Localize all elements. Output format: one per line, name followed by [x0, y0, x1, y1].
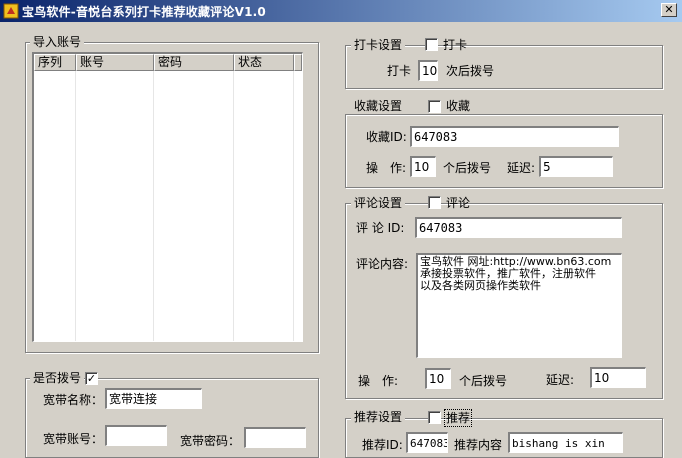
comment-legend: 评论设置 — [351, 195, 406, 211]
check-icon: ✓ — [86, 372, 97, 385]
broadband-name-label: 宽带名称： — [43, 393, 104, 407]
column-header-account[interactable]: 账号 — [76, 54, 154, 71]
favorite-op-suffix: 个后拨号 — [443, 161, 492, 175]
comment-checkbox-label: 评论 — [446, 196, 471, 210]
comment-op-label: 操 作: — [358, 374, 399, 388]
close-button[interactable]: ✕ — [661, 3, 677, 17]
comment-content-label: 评论内容: — [356, 257, 409, 271]
checkin-checkbox[interactable] — [425, 38, 438, 51]
accounts-listview[interactable]: 序列 账号 密码 状态 — [32, 52, 303, 342]
checkin-count-input[interactable]: 10 — [418, 60, 438, 81]
recommend-id-label: 推荐ID: — [362, 438, 403, 452]
recommend-content-input[interactable]: bishang is xin — [508, 432, 623, 453]
comment-delay-label: 延迟: — [546, 373, 575, 387]
checkin-suffix-label: 次后拨号 — [446, 64, 495, 78]
title-bar: 宝鸟软件-音悦台系列打卡推荐收藏评论V1.0 ✕ — [0, 0, 682, 22]
recommend-checkbox[interactable] — [428, 411, 441, 424]
grid-line — [75, 71, 76, 341]
recommend-id-input[interactable]: 647083 — [406, 432, 448, 453]
checkin-prefix-label: 打卡 — [387, 64, 412, 78]
comment-checkbox[interactable] — [428, 196, 441, 209]
favorite-delay-input[interactable]: 5 — [539, 156, 613, 177]
favorite-id-input[interactable]: 647083 — [410, 126, 619, 147]
recommend-content-label: 推荐内容 — [454, 438, 503, 452]
comment-content-textarea[interactable]: 宝鸟软件 网址:http://www.bn63.com 承接投票软件，推广软件，… — [416, 253, 622, 358]
broadband-name-input[interactable]: 宽带连接 — [105, 388, 202, 409]
column-header-password[interactable]: 密码 — [154, 54, 234, 71]
checkin-legend: 打卡设置 — [351, 37, 406, 53]
column-header-status[interactable]: 状态 — [234, 54, 294, 71]
column-header-filler — [294, 54, 302, 71]
app-icon — [3, 3, 19, 19]
comment-op-input[interactable]: 10 — [425, 368, 451, 389]
comment-op-suffix: 个后拨号 — [459, 374, 508, 388]
checkin-checkbox-label: 打卡 — [443, 38, 468, 52]
recommend-checkbox-label: 推荐 — [444, 409, 473, 427]
grid-line — [153, 71, 154, 341]
favorite-delay-label: 延迟: — [507, 161, 536, 175]
dial-checkbox[interactable]: ✓ — [85, 372, 98, 385]
column-header-index[interactable]: 序列 — [34, 54, 76, 71]
close-icon: ✕ — [664, 3, 674, 16]
favorite-checkbox-label: 收藏 — [446, 99, 471, 113]
comment-id-label: 评 论 ID: — [356, 221, 405, 235]
window-title: 宝鸟软件-音悦台系列打卡推荐收藏评论V1.0 — [22, 5, 266, 19]
grid-line — [233, 71, 234, 341]
grid-line — [293, 71, 294, 341]
comment-id-input[interactable]: 647083 — [415, 217, 622, 238]
recommend-legend: 推荐设置 — [351, 409, 406, 425]
import-accounts-legend: 导入账号 — [30, 34, 85, 50]
favorite-legend: 收藏设置 — [351, 98, 406, 114]
broadband-account-label: 宽带账号： — [43, 432, 104, 446]
dial-legend: 是否拨号 — [30, 370, 85, 386]
favorite-id-label: 收藏ID: — [366, 130, 407, 144]
favorite-op-label: 操 作: — [366, 161, 407, 175]
broadband-password-input[interactable] — [244, 427, 306, 448]
favorite-op-input[interactable]: 10 — [410, 156, 436, 177]
broadband-account-input[interactable] — [105, 425, 167, 446]
comment-delay-input[interactable]: 10 — [590, 367, 646, 388]
favorite-checkbox[interactable] — [428, 100, 441, 113]
